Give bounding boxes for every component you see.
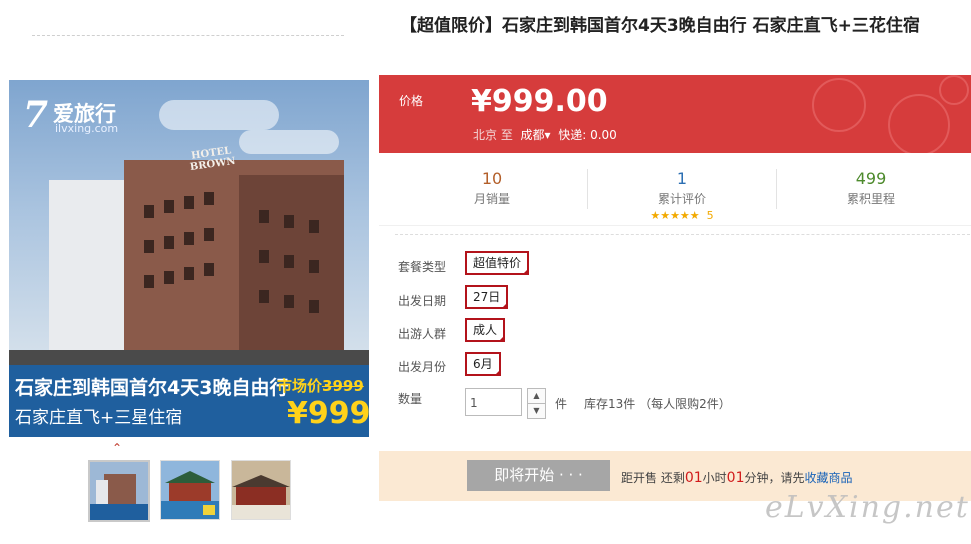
top-divider xyxy=(32,35,344,36)
quantity-decrease-icon[interactable]: ▼ xyxy=(527,403,546,419)
main-product-image[interactable]: HOTEL BROWN 7 爱旅行 ilvxing.com 石家庄到韩国首尔4天… xyxy=(9,80,369,437)
photo-window xyxy=(144,205,154,218)
shipping-label: 快递: xyxy=(558,128,587,142)
shipping-route: 北京 至 成都▾ 快递: 0.00 xyxy=(473,126,617,143)
option-label-group: 出游人群 xyxy=(398,327,447,341)
logo-subtitle: ilvxing.com xyxy=(55,122,119,135)
stock-info: 库存13件 （每人限购2件） xyxy=(584,397,731,411)
photo-window xyxy=(259,210,269,223)
option-date-selected[interactable]: 27日 xyxy=(465,285,509,309)
photo-window xyxy=(204,228,214,241)
price-box-pattern xyxy=(812,75,969,153)
photo-window xyxy=(259,250,269,263)
rating-value: 5 xyxy=(706,209,714,222)
stat-number: 10 xyxy=(481,169,503,188)
option-label-date: 出发日期 xyxy=(398,294,447,308)
option-month-selected[interactable]: 6月 xyxy=(465,352,501,376)
sale-countdown: 距开售 还剩01小时01分钟，请先收藏商品 xyxy=(621,469,853,486)
banner-market-price: 市场价3999 xyxy=(277,375,364,396)
banner-title: 石家庄到韩国首尔4天3晚自由行 xyxy=(15,377,289,399)
banner-price: ¥999 xyxy=(287,396,369,431)
photo-building-white xyxy=(49,180,129,360)
photo-window xyxy=(309,300,319,313)
countdown-minutes: 01 xyxy=(726,470,745,486)
favorite-link[interactable]: 收藏商品 xyxy=(805,471,853,485)
option-package-selected[interactable]: 超值特价 xyxy=(465,251,530,275)
thumbnail-street[interactable] xyxy=(231,460,291,520)
photo-window xyxy=(204,263,214,276)
photo-window xyxy=(184,267,194,280)
banner-subtitle: 石家庄直飞+三星住宿 xyxy=(15,408,183,428)
site-watermark: eLvXing.net xyxy=(765,490,970,525)
price-value: ¥999.00 xyxy=(471,84,608,119)
thumbnail-hotel-image xyxy=(90,462,148,520)
photo-building-hotel-side xyxy=(239,175,344,365)
countdown-minutes-unit: 分钟，请先 xyxy=(744,471,805,485)
coming-soon-button[interactable]: 即将开始 · · · xyxy=(467,460,610,491)
photo-cloud xyxy=(239,130,339,154)
countdown-hours-unit: 小时 xyxy=(702,471,727,485)
route-to-word: 至 xyxy=(500,128,513,142)
quantity-unit: 件 xyxy=(555,397,568,411)
option-label-package: 套餐类型 xyxy=(398,260,447,274)
quantity-input[interactable]: 1 xyxy=(465,388,522,416)
stat-number: 499 xyxy=(855,169,887,188)
photo-window xyxy=(284,295,294,308)
price-label: 价格 xyxy=(399,94,424,108)
banner-market-value: 3999 xyxy=(322,377,364,395)
banner-market-label: 市场价 xyxy=(277,377,323,395)
quantity-increase-icon[interactable]: ▲ xyxy=(527,388,546,404)
stat-reviews[interactable]: 1 累计评价 ★★★★★ 5 xyxy=(587,169,777,222)
quantity-label: 数量 xyxy=(398,392,423,406)
options-divider xyxy=(395,234,970,235)
thumbnail-palace-image xyxy=(161,461,219,519)
route-from: 北京 xyxy=(473,128,498,142)
photo-window xyxy=(164,271,174,284)
route-destination: 成都 xyxy=(520,128,545,142)
photo-window xyxy=(284,255,294,268)
logo-mark-icon: 7 xyxy=(23,94,49,136)
photo-window xyxy=(309,260,319,273)
photo-window xyxy=(144,240,154,253)
photo-window xyxy=(164,236,174,249)
photo-window xyxy=(144,275,154,288)
option-group-selected[interactable]: 成人 xyxy=(465,318,506,342)
stat-number: 1 xyxy=(676,169,688,188)
photo-window xyxy=(164,200,174,213)
brand-logo: 7 爱旅行 ilvxing.com xyxy=(23,94,133,136)
stats-bar: 10 月销量 1 累计评价 ★★★★★ 5 499 累积里程 xyxy=(379,153,971,226)
shipping-value: 0.00 xyxy=(590,128,617,142)
option-label-month: 出发月份 xyxy=(398,360,447,374)
photo-window xyxy=(204,192,214,205)
product-title: 【超值限价】石家庄到韩国首尔4天3晚自由行 石家庄直飞+三花住宿 xyxy=(400,16,920,36)
thumbnail-up-arrow-icon[interactable]: ⌃ xyxy=(112,441,122,455)
thumbnail-street-image xyxy=(232,461,290,519)
photo-window xyxy=(259,290,269,303)
photo-cloud xyxy=(159,100,279,130)
price-box: 价格 ¥999.00 北京 至 成都▾ 快递: 0.00 xyxy=(379,75,971,153)
photo-window xyxy=(184,232,194,245)
countdown-hours: 01 xyxy=(684,470,703,486)
photo-window xyxy=(309,220,319,233)
photo-window xyxy=(184,196,194,209)
stat-label: 累积里程 xyxy=(846,192,895,206)
photo-window xyxy=(284,215,294,228)
thumbnail-palace[interactable] xyxy=(160,460,220,520)
stars: ★★★★★ xyxy=(650,209,700,222)
image-banner: 石家庄到韩国首尔4天3晚自由行 石家庄直飞+三星住宿 市场价3999 ¥999 xyxy=(9,365,369,437)
countdown-prefix: 距开售 还剩 xyxy=(621,471,685,485)
stat-label: 月销量 xyxy=(473,192,510,206)
chevron-down-icon: ▾ xyxy=(544,128,551,142)
thumbnail-hotel[interactable] xyxy=(88,460,150,522)
rating-stars-icon: ★★★★★ 5 xyxy=(587,209,777,222)
stat-monthly-sales: 10 月销量 xyxy=(397,169,587,207)
route-destination-select[interactable]: 成都▾ xyxy=(521,128,551,142)
stat-mileage: 499 累积里程 xyxy=(776,169,966,207)
stat-label: 累计评价 xyxy=(657,192,706,206)
